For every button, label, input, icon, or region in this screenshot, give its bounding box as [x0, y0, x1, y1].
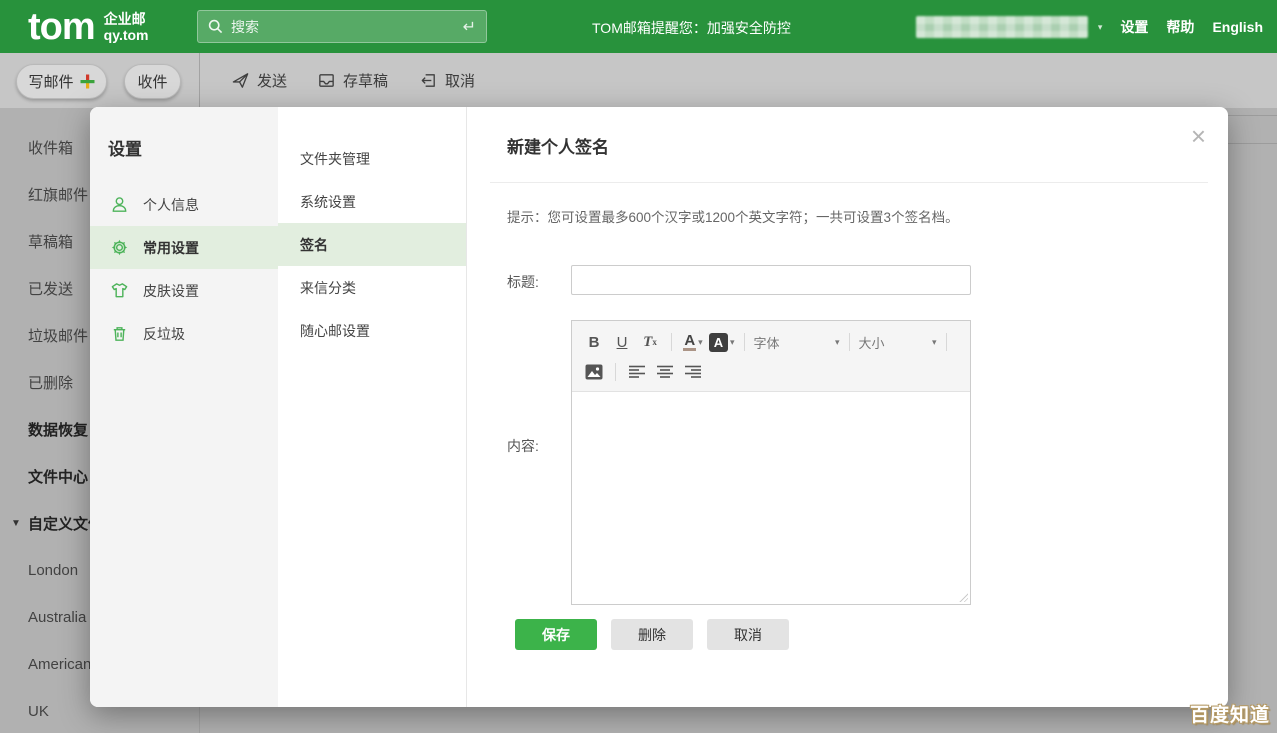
align-right-button[interactable]	[681, 360, 705, 384]
signature-content-area[interactable]	[572, 392, 970, 604]
brand-line-2: qy.tom	[104, 27, 149, 43]
search-icon	[208, 19, 223, 34]
compose-button-label: 写邮件	[28, 71, 73, 92]
user-icon	[110, 195, 129, 214]
security-notice: TOM邮箱提醒您：加强安全防控	[592, 18, 791, 38]
subnav-casual-mail[interactable]: 随心邮设置	[278, 309, 466, 352]
highlight-color-button[interactable]: A▾	[709, 330, 735, 354]
size-chevron-down-icon: ▾	[932, 337, 937, 348]
cancel-label: 取消	[445, 70, 475, 91]
topbar-right: ▾ 设置 帮助 English	[916, 16, 1263, 38]
save-draft-label: 存草稿	[343, 70, 388, 91]
trash-icon	[110, 324, 129, 343]
settings-subnav: 文件夹管理 系统设置 签名 来信分类 随心邮设置	[278, 107, 467, 707]
align-left-button[interactable]	[625, 360, 649, 384]
panel-title: 新建个人签名	[507, 133, 609, 158]
insert-image-button[interactable]	[582, 360, 606, 384]
top-bar: tom 企业邮 qy.tom ↵ TOM邮箱提醒您：加强安全防控 ▾ 设置 帮助…	[0, 0, 1277, 53]
account-chevron-down-icon[interactable]: ▾	[1098, 22, 1103, 33]
send-button[interactable]: 发送	[231, 70, 287, 91]
enter-key-icon: ↵	[463, 17, 476, 37]
settings-title: 设置	[90, 107, 278, 160]
settings-nav-skin[interactable]: 皮肤设置	[90, 269, 278, 312]
panel-divider	[490, 182, 1208, 183]
send-label: 发送	[257, 70, 287, 91]
cancel-compose-button[interactable]: 取消	[419, 70, 475, 91]
account-email-redacted[interactable]	[916, 16, 1088, 38]
font-color-chevron-down-icon[interactable]: ▾	[698, 337, 703, 348]
send-icon	[231, 71, 250, 90]
baidu-zhidao-watermark: 百度知道	[1190, 700, 1270, 727]
toolbar-separator	[671, 333, 672, 351]
settings-nav-antispam[interactable]: 反垃圾	[90, 312, 278, 355]
resize-grip[interactable]	[958, 592, 968, 602]
button-row: 保存 删除 取消	[515, 619, 789, 650]
logo-text: tom	[28, 7, 95, 47]
subnav-signature[interactable]: 签名	[278, 223, 466, 266]
receive-button-label: 收件	[137, 71, 167, 92]
signature-panel: 新建个人签名 × 提示：您可设置最多600个汉字或1200个英文字符；一共可设置…	[467, 107, 1228, 707]
highlight-chevron-down-icon[interactable]: ▾	[730, 337, 735, 348]
subnav-folder-management[interactable]: 文件夹管理	[278, 137, 466, 180]
collapse-triangle-icon[interactable]: ▼	[11, 518, 21, 529]
save-draft-button[interactable]: 存草稿	[317, 70, 388, 91]
cancel-button[interactable]: 取消	[707, 619, 789, 650]
settings-link[interactable]: 设置	[1120, 17, 1148, 37]
editor-toolbar: B U Tx A▾ A▾ 字体▾ 大小▾	[572, 321, 970, 392]
font-family-dropdown[interactable]: 字体▾	[754, 333, 840, 352]
draft-box-icon	[317, 71, 336, 90]
settings-nav-general[interactable]: 常用设置	[90, 226, 278, 269]
settings-nav: 设置 个人信息 常用设置 皮肤设置	[90, 107, 278, 707]
toolbar-separator	[849, 333, 850, 351]
action-toolbar: 写邮件 收件 发送 存草稿 取消	[0, 53, 1277, 108]
toolbar-separator	[946, 333, 947, 351]
subnav-system-settings[interactable]: 系统设置	[278, 180, 466, 223]
title-label: 标题:	[507, 272, 539, 292]
toolbar-separator	[744, 333, 745, 351]
brand-line-1: 企业邮	[104, 11, 146, 27]
save-button[interactable]: 保存	[515, 619, 597, 650]
close-icon[interactable]: ×	[1191, 123, 1206, 149]
search-box[interactable]: ↵	[197, 10, 487, 43]
brand-lines: 企业邮 qy.tom	[104, 11, 149, 43]
content-label: 内容:	[507, 436, 539, 456]
cancel-arrow-icon	[419, 71, 438, 90]
clear-format-button[interactable]: Tx	[638, 330, 662, 354]
compose-button[interactable]: 写邮件	[16, 64, 107, 99]
shirt-icon	[110, 281, 129, 300]
settings-modal: 设置 个人信息 常用设置 皮肤设置	[90, 107, 1228, 707]
search-input[interactable]	[231, 19, 463, 35]
receive-mail-button[interactable]: 收件	[124, 64, 181, 99]
delete-button[interactable]: 删除	[611, 619, 693, 650]
font-size-dropdown[interactable]: 大小▾	[859, 333, 937, 352]
underline-button[interactable]: U	[610, 330, 634, 354]
font-chevron-down-icon: ▾	[835, 337, 840, 348]
bold-button[interactable]: B	[582, 330, 606, 354]
rich-text-editor: B U Tx A▾ A▾ 字体▾ 大小▾	[571, 320, 971, 605]
brand-logo: tom 企业邮 qy.tom	[28, 7, 149, 47]
plus-icon	[80, 74, 95, 89]
align-center-button[interactable]	[653, 360, 677, 384]
font-color-button[interactable]: A▾	[681, 330, 705, 354]
gear-icon	[110, 238, 129, 257]
help-link[interactable]: 帮助	[1166, 17, 1194, 37]
toolbar-separator	[615, 363, 616, 381]
subnav-mail-classification[interactable]: 来信分类	[278, 266, 466, 309]
signature-hint: 提示：您可设置最多600个汉字或1200个英文字符；一共可设置3个签名档。	[507, 206, 959, 226]
english-link[interactable]: English	[1212, 19, 1263, 35]
signature-title-input[interactable]	[571, 265, 971, 295]
settings-nav-personal-info[interactable]: 个人信息	[90, 183, 278, 226]
